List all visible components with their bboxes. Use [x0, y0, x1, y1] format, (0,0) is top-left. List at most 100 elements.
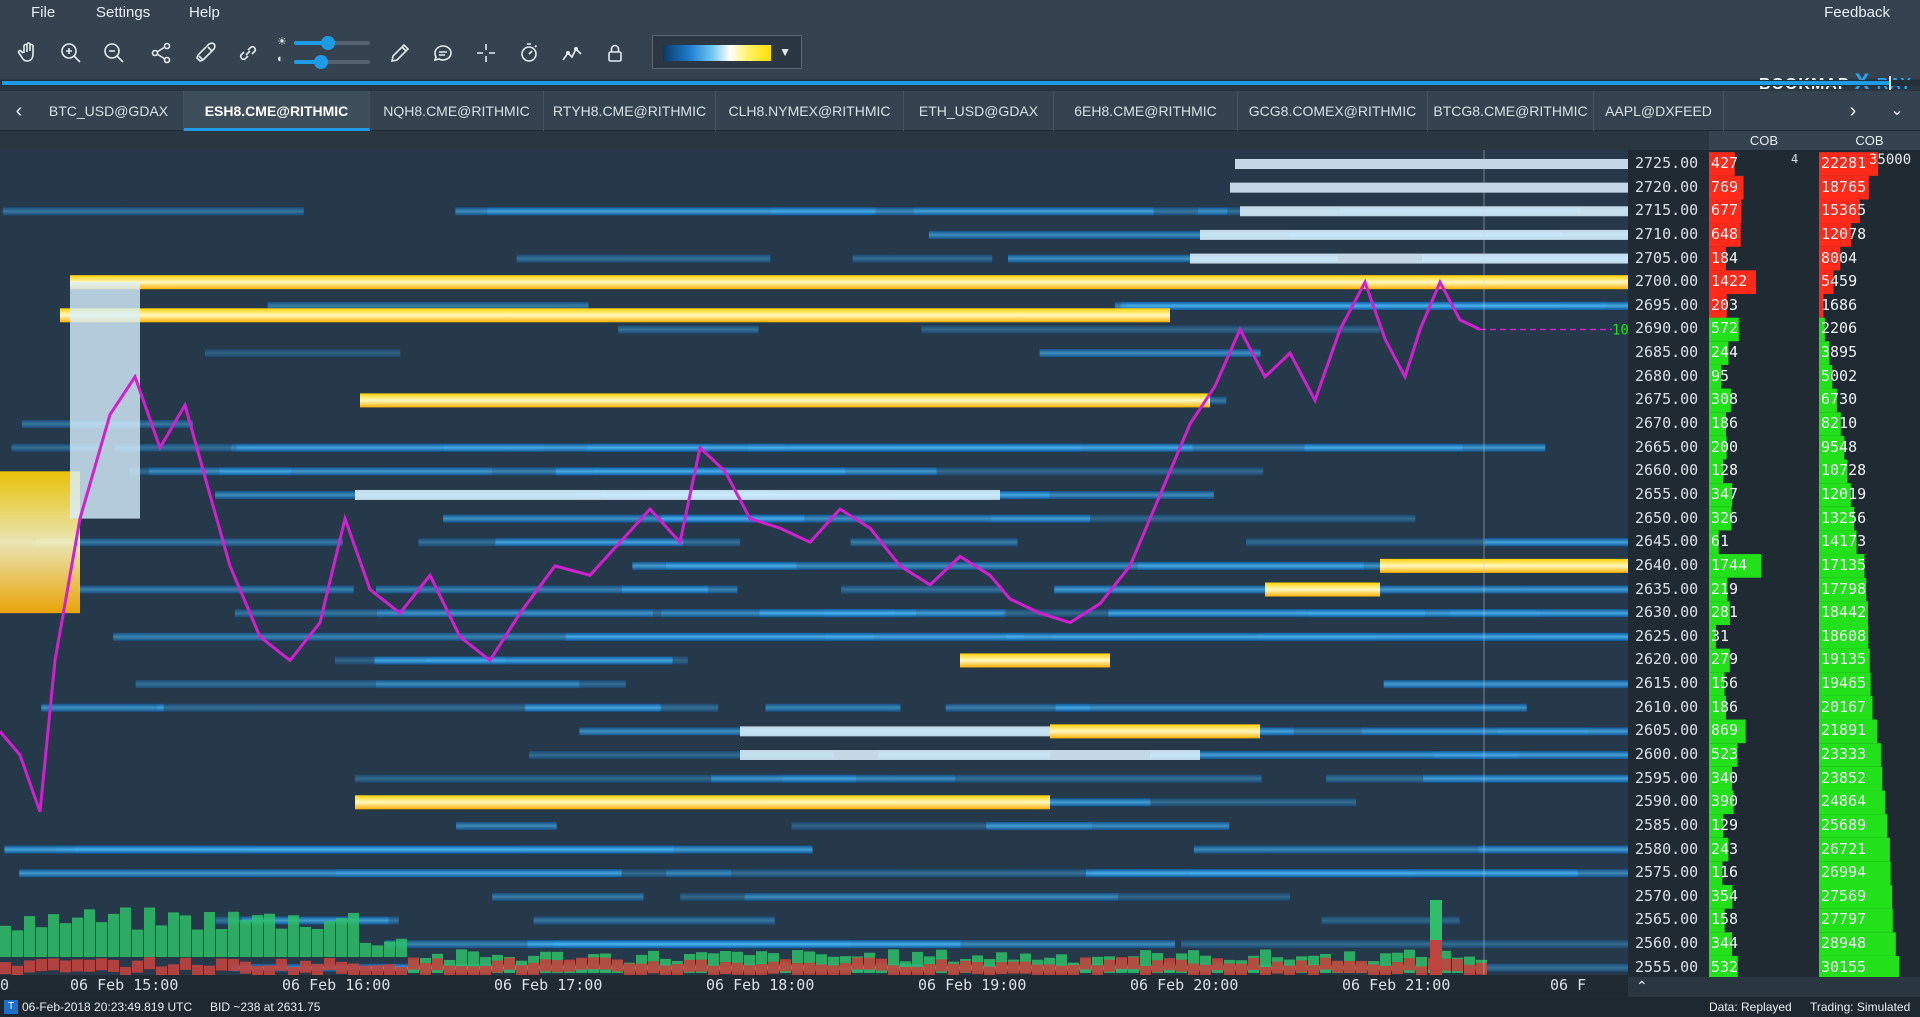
price-label: 2720.00 [1635, 177, 1699, 196]
cob1-value: 648 [1711, 224, 1739, 243]
time-label: 06 F [1550, 976, 1587, 994]
cob2-value: 1686 [1821, 295, 1858, 314]
stopwatch-icon[interactable] [513, 37, 545, 69]
tabs-scroll-right-icon[interactable]: › [1838, 91, 1868, 131]
cob2-value: 18608 [1821, 626, 1867, 645]
price-label: 2645.00 [1635, 532, 1699, 551]
heatmap-colormap-select[interactable]: ▼ [652, 35, 802, 69]
cob2-value: 8004 [1821, 248, 1858, 267]
cob1-value: 532 [1711, 957, 1739, 976]
cob2-value: 5459 [1821, 272, 1858, 291]
price-label: 2560.00 [1635, 934, 1699, 953]
cob1-value: 200 [1711, 437, 1739, 456]
cob2-value: 28948 [1821, 934, 1867, 953]
heatmap-chart[interactable]: 10 150000 [0, 150, 1628, 977]
pencil-icon[interactable] [384, 37, 416, 69]
rocket-icon[interactable] [190, 37, 222, 69]
price-label: 2690.00 [1635, 319, 1699, 338]
crosshair-icon[interactable] [470, 37, 502, 69]
lock-icon[interactable] [599, 37, 631, 69]
cob2-value: 30155 [1821, 957, 1867, 976]
cob2-value: 2206 [1821, 319, 1858, 338]
contrast-slider[interactable] [294, 55, 370, 69]
cob-panel-2: 35000 22281 18765 15365 12078 8004 5459 1686 22… [1819, 150, 1920, 977]
tab-aapl-dxfeed[interactable]: AAPL@DXFEED [1594, 91, 1724, 131]
tab-esh8-cme-rithmic[interactable]: ESH8.CME@RITHMIC [184, 91, 370, 131]
tabs-scroll-left-icon[interactable]: ‹ [4, 91, 34, 131]
zoom-in-icon[interactable] [55, 37, 87, 69]
contrast-icon: ◐ [277, 53, 284, 65]
tabs-dropdown-icon[interactable]: ⌄ [1882, 91, 1912, 131]
menu-file[interactable]: File [31, 4, 55, 21]
cob1-value: 572 [1711, 319, 1739, 338]
menu-settings[interactable]: Settings [96, 4, 150, 21]
menu-help[interactable]: Help [189, 4, 220, 21]
chart-line-icon[interactable] [556, 37, 588, 69]
cob1-value: 116 [1711, 863, 1739, 882]
info-icon[interactable]: T [4, 1000, 18, 1014]
cob2-value: 27569 [1821, 886, 1867, 905]
cob1-value: 156 [1711, 674, 1739, 693]
status-data-mode: Data: Replayed [1709, 1000, 1792, 1014]
price-label: 2710.00 [1635, 224, 1699, 243]
tab-nqh8-cme-rithmic[interactable]: NQH8.CME@RITHMIC [370, 91, 544, 131]
cob1-value: 129 [1711, 815, 1739, 834]
time-label: 06 Feb 16:00 [282, 976, 391, 994]
time-label: 0 [0, 976, 10, 994]
tab-6eh8-cme-rithmic[interactable]: 6EH8.CME@RITHMIC [1054, 91, 1238, 131]
price-label: 2570.00 [1635, 886, 1699, 905]
cob1-value: 427 [1711, 154, 1739, 172]
price-label: 2655.00 [1635, 484, 1699, 503]
cob2-value: 22281 [1821, 154, 1867, 172]
cob1-value: 243 [1711, 839, 1739, 858]
price-label: 2715.00 [1635, 201, 1699, 220]
replay-progress-handle[interactable] [1889, 76, 1892, 90]
cob2-value: 21891 [1821, 721, 1867, 740]
tab-rtyh8-cme-rithmic[interactable]: RTYH8.CME@RITHMIC [544, 91, 716, 131]
cob2-value: 26994 [1821, 863, 1867, 882]
cob2-value: 3895 [1821, 343, 1858, 362]
cob2-value: 20167 [1821, 697, 1867, 716]
price-label: 2615.00 [1635, 674, 1699, 693]
cob1-value: 128 [1711, 461, 1739, 480]
link-icon[interactable] [232, 37, 264, 69]
price-label: 2700.00 [1635, 272, 1699, 291]
cob1-scale-label: 4 [1791, 152, 1799, 166]
price-label: 2620.00 [1635, 650, 1699, 669]
replay-progress-bar[interactable] [0, 76, 1920, 90]
menu-bar: File Settings Help Feedback [0, 0, 1920, 27]
price-label: 2670.00 [1635, 414, 1699, 433]
hand-icon[interactable] [12, 37, 44, 69]
status-trading-mode: Trading: Simulated [1810, 1000, 1911, 1014]
cob2-value: 15365 [1821, 201, 1867, 220]
time-label: 06 Feb 20:00 [1130, 976, 1239, 994]
comment-icon[interactable] [427, 37, 459, 69]
replay-progress-fill [2, 81, 1890, 85]
cob1-value: 354 [1711, 886, 1739, 905]
tab-btcg8-cme-rithmic[interactable]: BTCG8.CME@RITHMIC [1428, 91, 1594, 131]
cob2-value: 24864 [1821, 792, 1867, 811]
status-timestamp: 06-Feb-2018 20:23:49.819 UTC [22, 1000, 193, 1014]
cob2-value: 12019 [1821, 484, 1867, 503]
zoom-out-icon[interactable] [98, 37, 130, 69]
cob2-value: 6730 [1821, 390, 1858, 409]
price-label: 2600.00 [1635, 745, 1699, 763]
cob1-value: 769 [1711, 177, 1739, 196]
tab-clh8-nymex-rithmic[interactable]: CLH8.NYMEX@RITHMIC [716, 91, 904, 131]
cob1-value: 244 [1711, 343, 1739, 362]
status-bar: T 06-Feb-2018 20:23:49.819 UTC BID ~238 … [0, 997, 1920, 1017]
instrument-tabs: ‹ BTC_USD@GDAX ESH8.CME@RITHMIC NQH8.CME@R… [0, 91, 1920, 131]
tab-gcg8-comex-rithmic[interactable]: GCG8.COMEX@RITHMIC [1238, 91, 1428, 131]
cob2-value: 14173 [1821, 532, 1867, 551]
price-label: 2635.00 [1635, 579, 1699, 598]
cob1-value: 279 [1711, 650, 1739, 669]
cob1-value: 186 [1711, 414, 1739, 433]
chevron-up-icon[interactable]: ⌃ [1636, 978, 1648, 995]
feedback-link[interactable]: Feedback [1824, 4, 1890, 21]
tab-eth-usd-gdax[interactable]: ETH_USD@GDAX [904, 91, 1054, 131]
tab-btc-usd-gdax[interactable]: BTC_USD@GDAX [34, 91, 184, 131]
brightness-slider[interactable] [294, 36, 370, 50]
colormap-gradient [663, 45, 771, 61]
share-icon[interactable] [145, 37, 177, 69]
price-label: 2685.00 [1635, 343, 1699, 362]
